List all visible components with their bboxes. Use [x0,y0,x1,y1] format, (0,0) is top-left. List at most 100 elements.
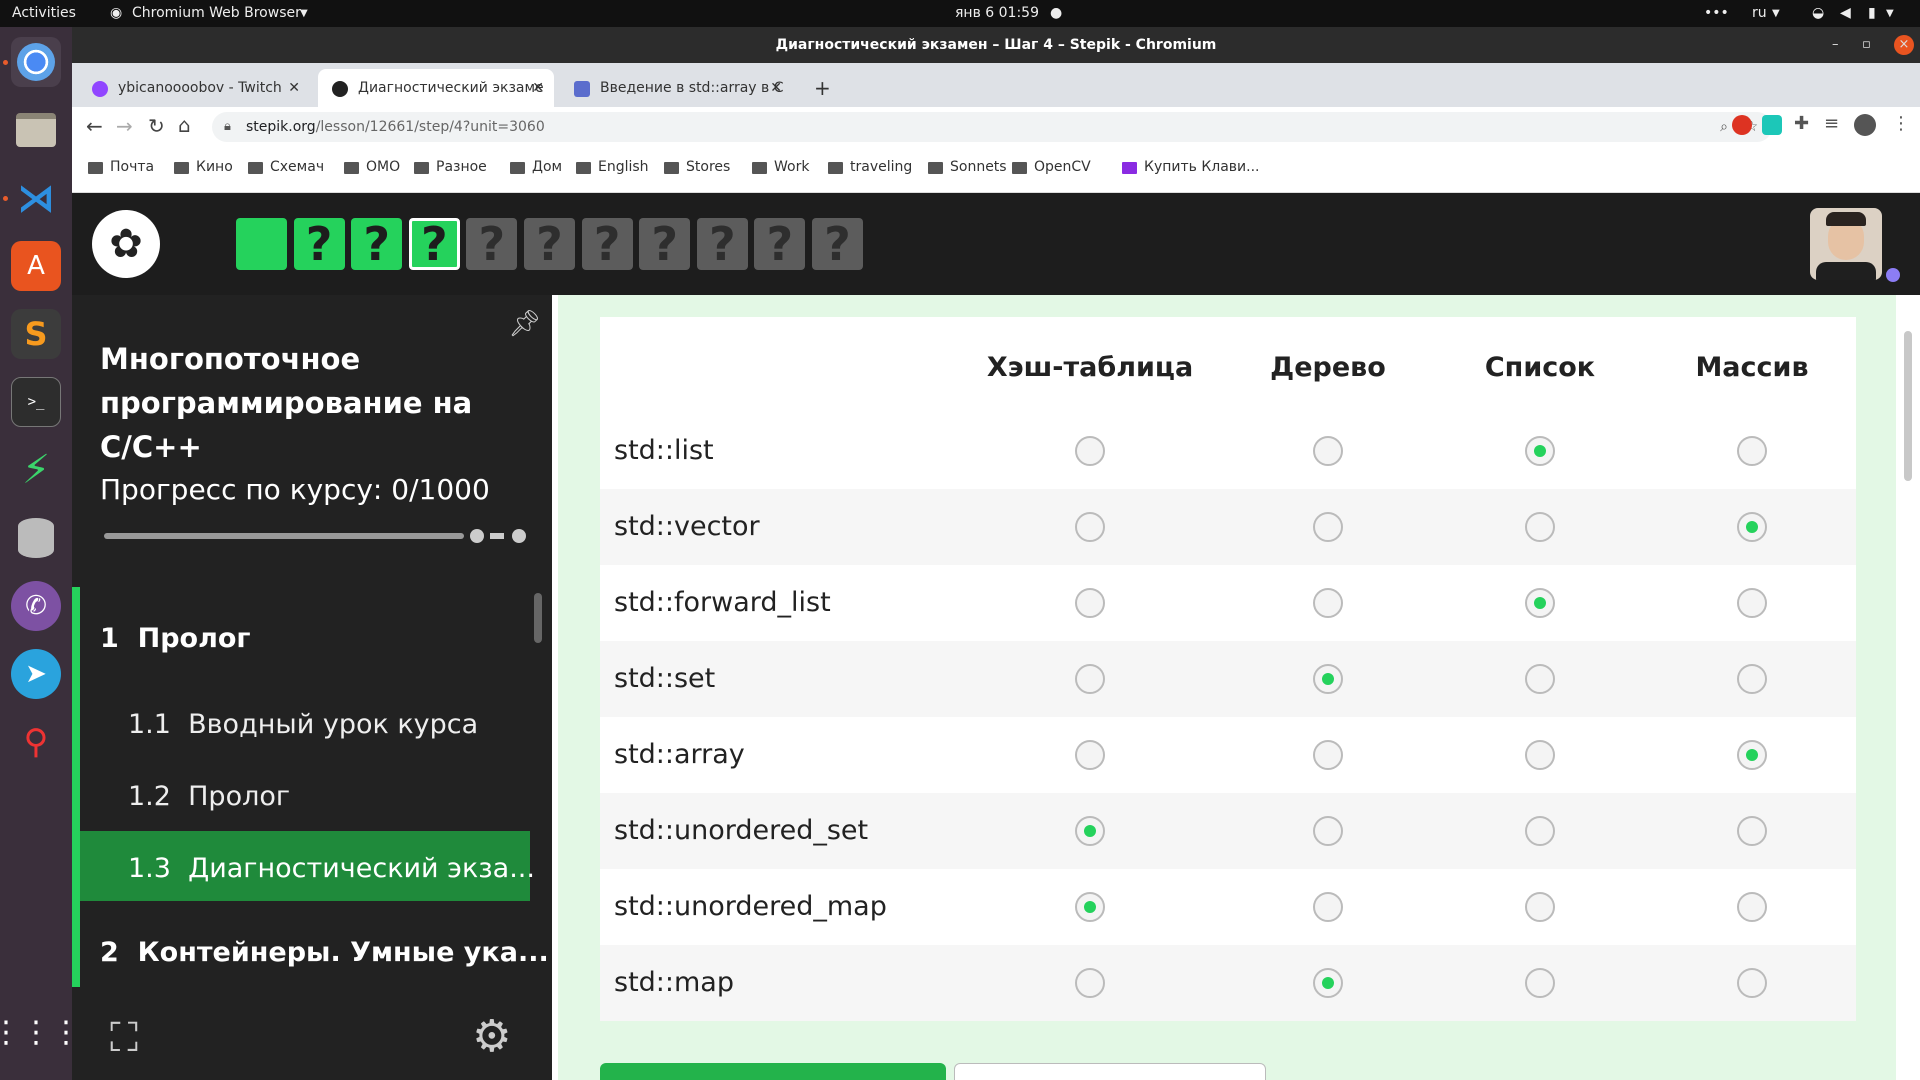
puzzle-icon[interactable]: ✚ [1794,113,1809,134]
bookmark-folder[interactable]: Дом [510,159,562,175]
zoom-icon[interactable]: ⌕ [1720,112,1728,142]
step-indicator[interactable]: ? [408,218,460,270]
lightning-icon[interactable]: ⚡ [11,445,61,495]
sublime-icon[interactable]: S [11,309,61,359]
back-icon[interactable]: ← [86,114,103,138]
vscode-icon[interactable]: ⋊ [11,173,61,223]
step-indicator[interactable]: ? [351,218,403,270]
fullscreen-icon[interactable]: ⛶ [110,1015,138,1061]
step-indicator[interactable]: ? [812,218,863,270]
stepik-logo[interactable]: ✿ [92,210,160,278]
bookmark-folder[interactable]: ОМО [344,159,400,175]
radio-button[interactable] [1737,588,1767,618]
sidebar-lesson-1-3[interactable]: 1.3 Диагностический экза... [128,853,535,884]
sidebar-section-1[interactable]: 1 Пролог [100,623,251,654]
radio-button[interactable] [1075,816,1105,846]
scroll-thumb[interactable] [1904,331,1912,481]
page-scrollbar[interactable] [1896,295,1920,1080]
radio-button[interactable] [1737,892,1767,922]
step-indicator[interactable]: ? [466,218,518,270]
reload-icon[interactable]: ↻ [148,114,165,138]
database-icon[interactable] [11,513,61,563]
umbrello-icon[interactable]: ⚲ [11,717,61,767]
radio-button[interactable] [1737,664,1767,694]
step-indicator[interactable]: ? [293,218,345,270]
sidebar-lesson-1-2[interactable]: 1.2 Пролог [128,781,290,812]
bookmark-folder[interactable]: Work [752,159,809,175]
bookmark-folder[interactable]: OpenCV [1012,159,1091,175]
radio-button[interactable] [1525,968,1555,998]
bookmark-folder[interactable]: Кино [174,159,233,175]
activities-button[interactable]: Activities [12,5,76,21]
clock[interactable]: янв 6 01:59 [955,5,1039,21]
radio-button[interactable] [1313,968,1343,998]
media-icon[interactable]: ≡ [1824,113,1839,134]
step-indicator[interactable]: ? [581,218,633,270]
bookmark-folder[interactable]: English [576,159,649,175]
close-window-icon[interactable]: × [1894,35,1914,55]
bookmark-folder[interactable]: Stores [664,159,730,175]
radio-button[interactable] [1525,512,1555,542]
extension-icon[interactable] [1762,115,1782,135]
radio-button[interactable] [1737,740,1767,770]
radio-button[interactable] [1075,436,1105,466]
tab-stepik[interactable]: Диагностический экзаме ✕ [318,69,554,107]
tab-std-array[interactable]: Введение в std::array в C ✕ [560,69,792,107]
radio-button[interactable] [1075,968,1105,998]
user-avatar[interactable] [1810,208,1882,280]
radio-button[interactable] [1313,816,1343,846]
radio-button[interactable] [1075,512,1105,542]
radio-button[interactable] [1075,740,1105,770]
close-tab-icon[interactable]: ✕ [532,69,544,107]
menu-icon[interactable]: ⋮ [1892,113,1910,134]
step-indicator[interactable]: ? [524,218,575,270]
minimize-icon[interactable]: – [1832,27,1839,63]
next-step-button[interactable]: Следующий шаг [600,1063,946,1080]
profile-avatar[interactable] [1854,114,1876,136]
bookmark-folder[interactable]: Почта [88,159,154,175]
radio-button[interactable] [1525,740,1555,770]
telegram-icon[interactable]: ➤ [11,649,61,699]
sidebar-lesson-1-1[interactable]: 1.1 Вводный урок курса [128,709,478,740]
files-icon[interactable] [11,105,61,155]
battery-icon[interactable]: ▮ [1868,5,1876,21]
radio-button[interactable] [1525,892,1555,922]
extension-icon[interactable] [1732,115,1752,135]
step-indicator[interactable]: ? [639,218,691,270]
terminal-icon[interactable]: >_ [11,377,61,427]
course-title[interactable]: Многопоточное программирование на С/С++ [100,337,490,469]
bookmark-link[interactable]: Купить Клави... [1122,159,1260,175]
radio-button[interactable] [1525,816,1555,846]
radio-button[interactable] [1737,436,1767,466]
maximize-icon[interactable]: ▫ [1862,27,1871,63]
radio-button[interactable] [1525,436,1555,466]
radio-button[interactable] [1525,664,1555,694]
pin-icon[interactable]: 📌︎ [508,309,541,339]
radio-button[interactable] [1313,740,1343,770]
radio-button[interactable] [1737,968,1767,998]
radio-button[interactable] [1313,664,1343,694]
tab-twitch[interactable]: ybicanoooobov - Twitch ✕ [78,69,310,107]
new-tab-button[interactable]: + [800,69,840,107]
bookmark-folder[interactable]: Схемач [248,159,324,175]
address-bar[interactable]: 🔒︎ stepik.org/lesson/12661/step/4?unit=3… [212,112,1772,142]
radio-button[interactable] [1737,816,1767,846]
bookmark-folder[interactable]: traveling [828,159,912,175]
radio-button[interactable] [1313,512,1343,542]
step-indicator[interactable] [236,218,287,270]
language-indicator[interactable]: ru [1752,5,1767,21]
sidebar-scrollbar[interactable] [534,593,542,643]
bookmark-folder[interactable]: Sonnets [928,159,1007,175]
close-tab-icon[interactable]: ✕ [770,69,782,107]
volume-icon[interactable]: ◀ [1840,5,1851,21]
bookmark-folder[interactable]: Разное [414,159,487,175]
radio-button[interactable] [1313,588,1343,618]
radio-button[interactable] [1525,588,1555,618]
gear-icon[interactable]: ⚙ [472,1011,511,1062]
radio-button[interactable] [1313,436,1343,466]
close-tab-icon[interactable]: ✕ [288,69,300,107]
sidebar-section-2[interactable]: 2 Контейнеры. Умные ука... [100,937,549,968]
radio-button[interactable] [1075,892,1105,922]
app-menu[interactable]: Chromium Web Browser [132,5,301,21]
radio-button[interactable] [1075,664,1105,694]
